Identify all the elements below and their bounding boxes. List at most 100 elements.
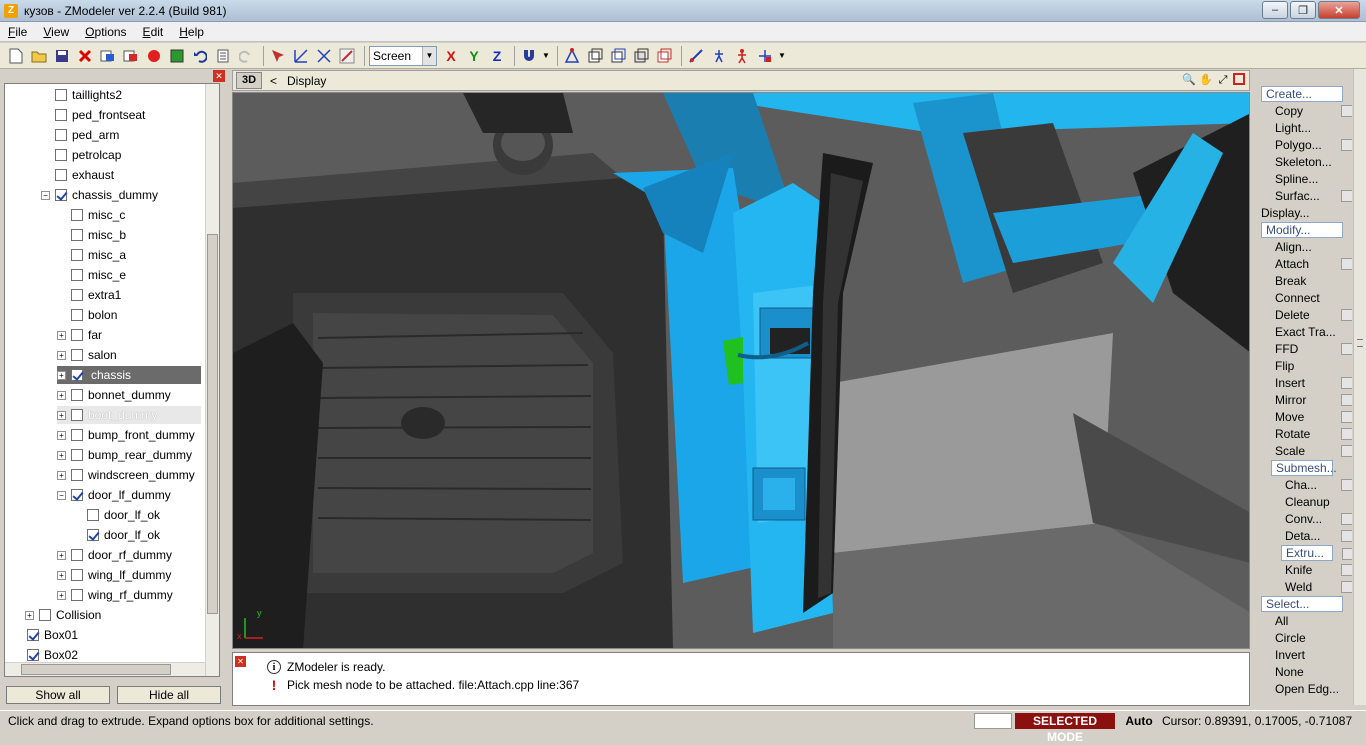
command-circle[interactable]: Circle [1275,630,1306,646]
maximize-viewport-icon[interactable] [1233,73,1245,85]
coordinate-system-select[interactable]: Screen ▼ [369,45,437,66]
options-box[interactable] [1341,581,1352,593]
visibility-checkbox[interactable] [71,229,83,241]
visibility-checkbox[interactable] [71,209,83,221]
options-box[interactable] [1341,190,1352,202]
tree-item[interactable]: misc_a [57,246,126,264]
tree-item[interactable]: + boot_dummy [57,406,201,424]
command-attach[interactable]: Attach [1275,256,1352,272]
command-deta[interactable]: Deta... [1285,528,1352,544]
visibility-checkbox[interactable] [27,629,39,641]
undo-icon[interactable] [190,46,210,66]
close-icon[interactable]: ✕ [213,70,225,82]
command-ffd[interactable]: FFD [1275,341,1352,357]
command-select[interactable]: Select... [1261,596,1343,612]
tree-item[interactable]: Box01 [13,626,78,644]
command-panel-scrollbar[interactable] [1353,69,1366,705]
vertex-mode-icon[interactable] [562,46,582,66]
visibility-checkbox[interactable] [71,349,83,361]
save-icon[interactable] [52,46,72,66]
fit-view-icon[interactable]: ⤢ [1216,73,1230,87]
visibility-checkbox[interactable] [71,249,83,261]
visibility-checkbox[interactable] [39,609,51,621]
3d-viewport[interactable]: y x [232,92,1250,649]
command-display[interactable]: Display... [1261,205,1309,221]
command-copy[interactable]: Copy [1275,103,1352,119]
visibility-checkbox[interactable] [87,509,99,521]
command-insert[interactable]: Insert [1275,375,1352,391]
visibility-checkbox[interactable] [55,169,67,181]
visibility-checkbox[interactable] [55,149,67,161]
tree-item[interactable]: + far [57,326,102,344]
options-box[interactable] [1341,564,1352,576]
tree-item[interactable]: ped_frontseat [41,106,145,124]
options-box[interactable] [1341,428,1352,440]
tree-item[interactable]: + door_rf_dummy [57,546,172,564]
maximize-button[interactable]: ❐ [1290,1,1316,19]
tree-item[interactable]: ped_arm [41,126,119,144]
options-box[interactable] [1341,445,1352,457]
menu-options[interactable]: Options [77,25,134,39]
object-mode-icon[interactable] [631,46,651,66]
auto-indicator[interactable]: Auto [1121,713,1157,729]
options-box[interactable] [1341,139,1352,151]
axis-x-toggle[interactable]: X [441,46,461,66]
tree-item[interactable]: + bump_rear_dummy [57,446,192,464]
command-open-edg[interactable]: Open Edg... [1275,681,1339,697]
visibility-checkbox[interactable] [27,649,39,661]
command-all[interactable]: All [1275,613,1288,629]
visibility-checkbox[interactable] [87,529,99,541]
visibility-checkbox[interactable] [71,269,83,281]
command-create[interactable]: Create... [1261,86,1343,102]
command-skeleton[interactable]: Skeleton... [1275,154,1332,170]
expand-icon[interactable]: + [25,610,34,620]
tree-item[interactable]: exhaust [41,166,114,184]
options-box[interactable] [1341,343,1352,355]
tree-item[interactable]: bolon [57,306,117,324]
options-box[interactable] [1341,411,1352,423]
command-cleanup[interactable]: Cleanup [1285,494,1330,510]
tree-item[interactable]: − door_lf_dummy [57,486,171,504]
options-box[interactable] [1341,513,1352,525]
command-rotate[interactable]: Rotate [1275,426,1352,442]
tree-item[interactable]: extra1 [57,286,121,304]
tree-item[interactable]: + wing_lf_dummy [57,566,171,584]
expand-icon[interactable]: + [57,330,66,340]
pan-hand-icon[interactable]: ✋ [1199,73,1213,87]
collapse-icon[interactable]: − [41,190,50,200]
select-tool-icon[interactable] [268,46,288,66]
expand-icon[interactable]: + [57,350,66,360]
export-icon[interactable] [121,46,141,66]
tree-item[interactable]: door_lf_ok [73,506,160,524]
tree-item[interactable]: + bonnet_dummy [57,386,171,404]
import-icon[interactable] [98,46,118,66]
visibility-checkbox[interactable] [71,309,83,321]
visibility-checkbox[interactable] [55,189,67,201]
command-delete[interactable]: Delete [1275,307,1352,323]
expand-icon[interactable]: + [57,410,66,420]
command-scale[interactable]: Scale [1275,443,1352,459]
selected-mode-indicator[interactable]: SELECTED MODE [1015,713,1115,744]
chevron-down-icon[interactable]: ▼ [778,46,786,66]
expand-icon[interactable]: + [57,470,66,480]
zoom-icon[interactable]: 🔍 [1182,73,1196,87]
command-surfac[interactable]: Surfac... [1275,188,1352,204]
expand-icon[interactable]: + [57,550,66,560]
visibility-checkbox[interactable] [55,89,67,101]
scrollbar-thumb[interactable] [207,234,218,614]
visibility-checkbox[interactable] [71,569,83,581]
options-box[interactable] [1341,258,1352,270]
options-box[interactable] [1341,394,1352,406]
command-flip[interactable]: Flip [1275,358,1294,374]
options-box[interactable] [1341,105,1352,117]
mesh-mode-icon[interactable] [654,46,674,66]
viewport-mode-3d[interactable]: 3D [236,72,262,89]
skeleton-tool-icon[interactable] [709,46,729,66]
collapse-icon[interactable]: − [57,490,66,500]
tree-horizontal-scrollbar[interactable] [5,662,205,676]
command-knife[interactable]: Knife [1285,562,1352,578]
command-align[interactable]: Align... [1275,239,1312,255]
close-button[interactable]: ✕ [1318,1,1360,19]
viewport-arrow[interactable]: < [270,74,277,88]
render-icon[interactable] [144,46,164,66]
